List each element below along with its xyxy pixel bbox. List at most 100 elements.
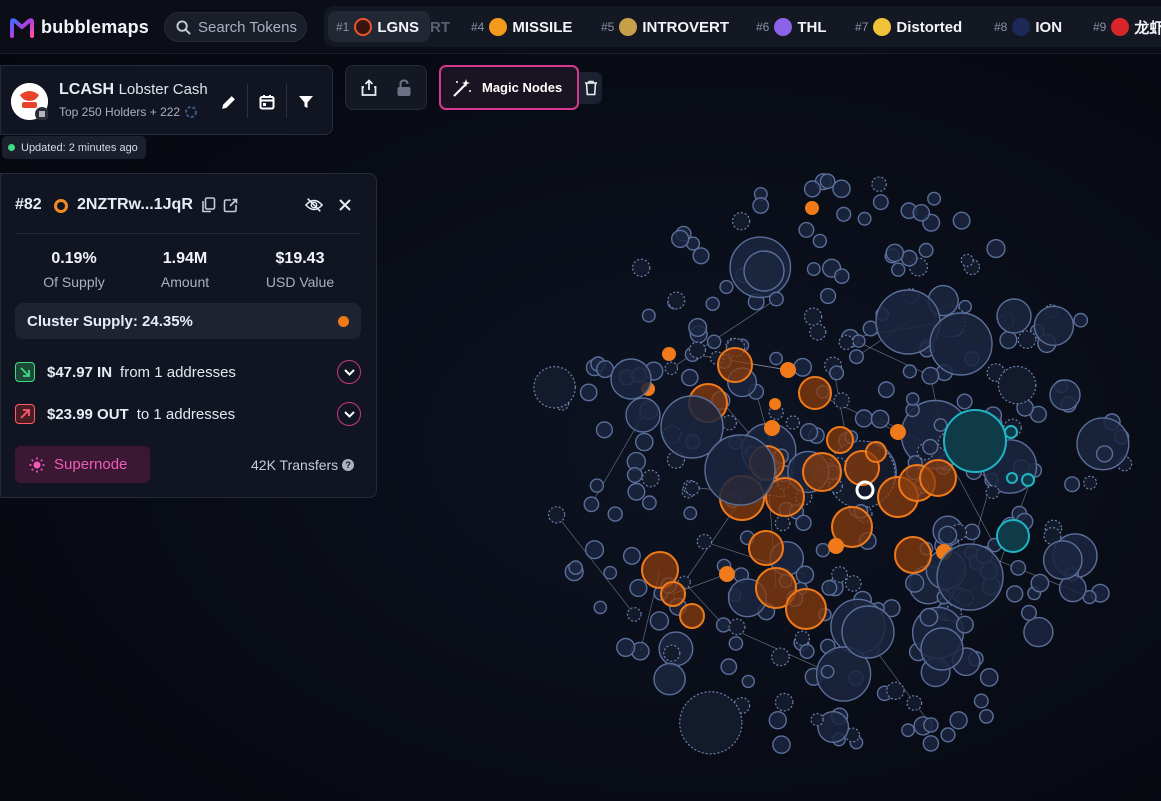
- cluster-bubble-orange-small[interactable]: [719, 566, 735, 582]
- filter-button[interactable]: [290, 86, 322, 118]
- cluster-bubble-orange-small[interactable]: [890, 424, 906, 440]
- cluster-bubble-orange[interactable]: [748, 530, 784, 566]
- holder-bubble[interactable]: [999, 330, 1018, 350]
- holder-bubble[interactable]: [741, 674, 755, 689]
- contract-bubble[interactable]: [809, 323, 827, 341]
- holder-bubble[interactable]: [938, 525, 958, 545]
- contract-bubble[interactable]: [844, 575, 862, 592]
- wallet-address[interactable]: 2NZTRw...1JqR: [77, 196, 193, 214]
- holder-bubble[interactable]: [986, 239, 1006, 259]
- contract-bubble[interactable]: [533, 365, 576, 409]
- cluster-bubble-teal[interactable]: [1006, 472, 1018, 484]
- contract-bubble[interactable]: [833, 392, 850, 409]
- holder-bubble[interactable]: [705, 296, 720, 311]
- holder-bubble[interactable]: [626, 467, 643, 484]
- holder-bubble[interactable]: [952, 211, 971, 230]
- contract-bubble[interactable]: [664, 361, 679, 376]
- holder-bubble[interactable]: [1033, 305, 1075, 346]
- holder-bubble[interactable]: [589, 478, 605, 493]
- contract-bubble[interactable]: [685, 480, 700, 496]
- holder-bubble[interactable]: [715, 617, 732, 633]
- edit-button[interactable]: [212, 86, 244, 118]
- contract-bubble[interactable]: [663, 644, 681, 662]
- contract-bubble[interactable]: [667, 291, 686, 310]
- holder-bubble[interactable]: [996, 298, 1032, 334]
- holder-bubble[interactable]: [671, 229, 690, 249]
- holder-bubble[interactable]: [922, 438, 939, 456]
- hide-button[interactable]: [305, 196, 323, 214]
- holder-bubble[interactable]: [772, 735, 791, 755]
- contract-bubble[interactable]: [632, 258, 651, 277]
- holder-bubble[interactable]: [635, 432, 654, 452]
- ticker-item-faded[interactable]: RT: [430, 15, 450, 39]
- chevron-down-icon[interactable]: [337, 360, 361, 384]
- holder-bubble[interactable]: [852, 334, 866, 348]
- holder-bubble[interactable]: [1023, 616, 1054, 648]
- holder-bubble[interactable]: [799, 643, 815, 660]
- holder-bubble[interactable]: [622, 546, 641, 565]
- holder-bubble[interactable]: [922, 735, 940, 752]
- holder-bubble[interactable]: [927, 191, 942, 206]
- holder-bubble[interactable]: [923, 717, 939, 733]
- contract-bubble[interactable]: [696, 533, 713, 550]
- cluster-bubble-orange[interactable]: [919, 459, 957, 497]
- holder-bubble[interactable]: [836, 206, 852, 222]
- holder-bubble[interactable]: [706, 334, 722, 350]
- cluster-bubble-teal[interactable]: [996, 519, 1030, 553]
- contract-bubble[interactable]: [831, 566, 848, 583]
- ticker-item-8[interactable]: #8 ION: [994, 15, 1062, 39]
- cluster-bubble-orange[interactable]: [785, 588, 827, 630]
- ticker-item-1[interactable]: #1 LGNS: [336, 15, 419, 39]
- cluster-bubble-orange[interactable]: [660, 581, 686, 607]
- holder-bubble[interactable]: [798, 221, 815, 238]
- supernode-button[interactable]: Supernode: [15, 446, 150, 483]
- contract-bubble[interactable]: [960, 253, 974, 267]
- holder-bubble[interactable]: [1049, 379, 1081, 411]
- contract-bubble[interactable]: [803, 307, 823, 326]
- holder-bubble[interactable]: [921, 366, 940, 385]
- contract-bubble[interactable]: [771, 647, 790, 667]
- holder-bubble[interactable]: [1064, 476, 1081, 493]
- holder-bubble[interactable]: [704, 434, 776, 506]
- holder-bubble[interactable]: [692, 247, 710, 265]
- holder-bubble[interactable]: [806, 262, 821, 277]
- contract-bubble[interactable]: [785, 415, 801, 430]
- holder-bubble[interactable]: [872, 194, 889, 211]
- chevron-down-icon[interactable]: [337, 402, 361, 426]
- holder-bubble[interactable]: [956, 393, 973, 410]
- ticker-item-7[interactable]: #7 Distorted: [855, 15, 962, 39]
- contract-bubble[interactable]: [774, 515, 791, 532]
- holder-bubble[interactable]: [629, 578, 648, 598]
- cluster-bubble-orange[interactable]: [894, 536, 932, 574]
- holder-bubble[interactable]: [870, 409, 890, 429]
- holder-bubble[interactable]: [728, 636, 744, 651]
- search-input[interactable]: Search Tokens: [164, 12, 307, 42]
- holder-bubble[interactable]: [834, 268, 850, 285]
- contract-bubble[interactable]: [688, 341, 707, 359]
- contract-bubble[interactable]: [906, 695, 923, 711]
- holder-bubble[interactable]: [820, 664, 835, 679]
- contract-bubble[interactable]: [794, 630, 811, 646]
- holder-bubble[interactable]: [610, 358, 652, 400]
- brand-logo[interactable]: bubblemaps: [10, 15, 149, 39]
- holder-bubble[interactable]: [857, 211, 872, 226]
- contract-bubble[interactable]: [810, 712, 824, 727]
- contract-bubble[interactable]: [871, 176, 887, 192]
- holder-bubble[interactable]: [688, 318, 708, 338]
- holder-bubble[interactable]: [653, 662, 686, 696]
- contract-bubble[interactable]: [679, 691, 743, 755]
- ticker-item-6[interactable]: #6 THL: [756, 15, 827, 39]
- outflow-row[interactable]: $23.99 OUT to 1 addresses: [15, 402, 361, 426]
- holder-bubble[interactable]: [1021, 604, 1038, 621]
- holder-bubble[interactable]: [642, 495, 657, 511]
- holder-bubble[interactable]: [812, 233, 828, 249]
- cluster-bubble-orange[interactable]: [826, 426, 854, 454]
- holder-bubble[interactable]: [905, 392, 920, 406]
- holder-bubble[interactable]: [815, 542, 831, 558]
- holder-bubble[interactable]: [683, 506, 698, 521]
- holder-bubble[interactable]: [1073, 312, 1089, 328]
- contract-bubble[interactable]: [731, 211, 751, 231]
- calendar-button[interactable]: [251, 86, 283, 118]
- holder-bubble[interactable]: [841, 605, 895, 659]
- holder-bubble[interactable]: [719, 279, 734, 295]
